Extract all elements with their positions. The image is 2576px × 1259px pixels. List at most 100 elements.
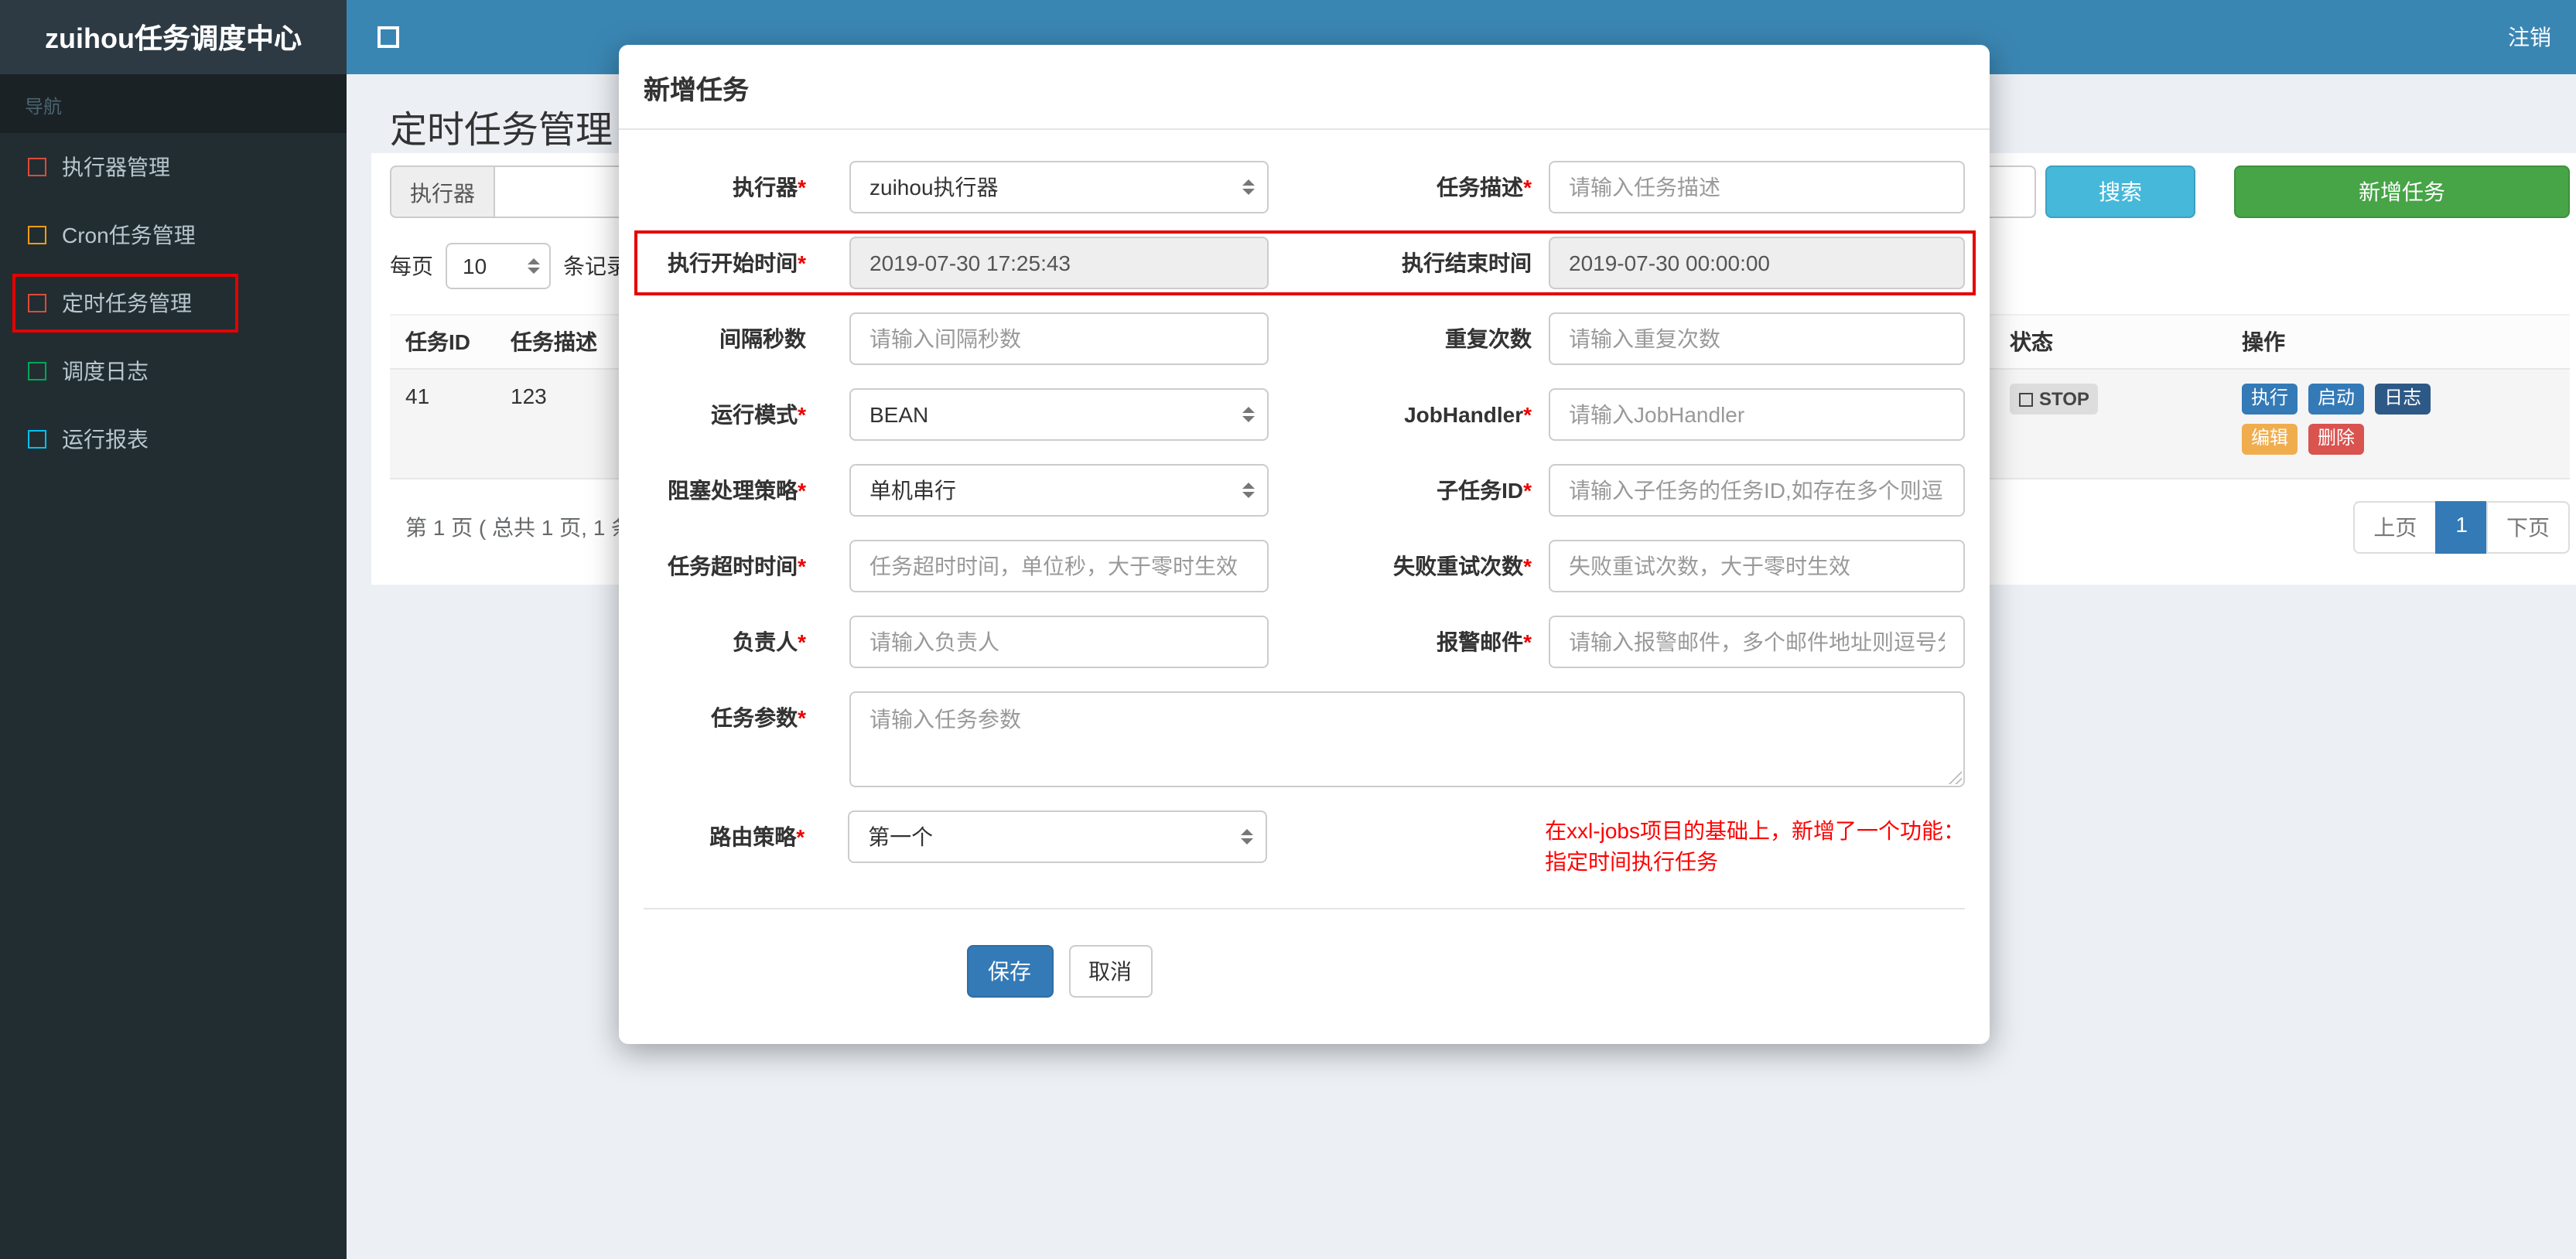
interval-label: 间隔秒数 (719, 326, 806, 351)
action-line-1: 执行 启动 日志 (2242, 384, 2554, 415)
sidebar-item-label: 运行报表 (62, 427, 149, 452)
modal-footer: 保存 取消 (619, 909, 1990, 1044)
app-brand: zuihou任务调度中心 (0, 0, 347, 74)
app-viewport: zuihou任务调度中心 注销 导航 执行器管理 Cron任务管理 定时任务管理… (0, 0, 2576, 1259)
square-icon (28, 430, 46, 449)
select-arrows-icon (1242, 179, 1255, 195)
prev-page-button[interactable]: 上页 (2353, 500, 2438, 554)
start-time-input[interactable] (849, 237, 1269, 289)
action-line-2: 编辑 删除 (2242, 423, 2554, 455)
alarm-email-input[interactable] (1549, 616, 1965, 668)
child-job-id-input[interactable] (1549, 464, 1965, 517)
job-desc-input[interactable] (1549, 161, 1965, 213)
select-arrows-icon (528, 258, 540, 274)
select-arrows-icon (1242, 407, 1255, 422)
sidebar-item-run-report[interactable]: 运行报表 (0, 405, 347, 473)
form-row-times: 执行开始时间* 执行结束时间 (634, 230, 1976, 295)
start-button[interactable]: 启动 (2308, 384, 2365, 415)
alarm-email-label: 报警邮件* (1437, 630, 1532, 654)
sidebar-toggle-button[interactable] (371, 20, 405, 54)
run-mode-select-value: BEAN (869, 402, 929, 427)
pager: 上页 1 下页 (2353, 500, 2570, 554)
repeat-count-input[interactable] (1549, 312, 1965, 365)
save-button[interactable]: 保存 (966, 945, 1053, 998)
page-size-prefix: 每页 (390, 254, 433, 278)
job-param-textarea[interactable] (849, 691, 1965, 787)
cell-status: STOP (1994, 369, 2226, 478)
square-icon (28, 158, 46, 176)
search-button[interactable]: 搜索 (2045, 165, 2195, 218)
cancel-button[interactable]: 取消 (1068, 945, 1152, 998)
log-button[interactable]: 日志 (2375, 384, 2431, 415)
status-badge-label: STOP (2039, 388, 2089, 410)
form-row-params: 任务参数* (644, 691, 1965, 787)
modal-title: 新增任务 (644, 76, 749, 105)
sidebar-toggle-icon (378, 26, 399, 48)
start-time-label: 执行开始时间* (668, 251, 806, 275)
col-header-status: 状态 (1994, 314, 2226, 370)
form-row-runmode: 运行模式* BEAN JobHandler* (644, 388, 1965, 441)
col-header-job-id: 任务ID (390, 314, 495, 370)
job-param-label: 任务参数* (711, 705, 806, 730)
select-arrows-icon (1241, 829, 1254, 844)
fail-retry-input[interactable] (1549, 540, 1965, 592)
form-row-owner: 负责人* 报警邮件* (644, 616, 1965, 668)
form-row-executor: 执行器* zuihou执行器 任务描述* (644, 161, 1965, 213)
cell-actions: 执行 启动 日志 编辑 删除 (2226, 369, 2570, 478)
child-job-id-label: 子任务ID* (1437, 478, 1532, 503)
executor-select[interactable]: zuihou执行器 (849, 161, 1269, 213)
interval-input[interactable] (849, 312, 1269, 365)
sidebar-item-executor-mgmt[interactable]: 执行器管理 (0, 133, 347, 201)
stop-icon (2019, 392, 2033, 406)
executor-label: 执行器* (733, 175, 806, 200)
cell-job-id: 41 (405, 384, 430, 408)
sidebar-item-timed-jobs[interactable]: 定时任务管理 (0, 269, 347, 337)
sidebar-item-label: 调度日志 (62, 359, 149, 384)
owner-input[interactable] (849, 616, 1269, 668)
page-size-select[interactable]: 10 (446, 243, 551, 289)
sidebar-item-dispatch-log[interactable]: 调度日志 (0, 337, 347, 405)
modal-body: 执行器* zuihou执行器 任务描述* 执行开始时间* 执行结束时间 (619, 130, 1990, 1044)
end-time-label: 执行结束时间 (1402, 251, 1532, 275)
job-desc-label: 任务描述* (1437, 175, 1532, 200)
feature-note-line1: 在xxl-jobs项目的基础上，新增了一个功能： (1545, 818, 1965, 843)
sidebar-item-cron-jobs[interactable]: Cron任务管理 (0, 201, 347, 269)
route-strategy-select[interactable]: 第一个 (848, 810, 1268, 863)
end-time-input[interactable] (1549, 237, 1965, 289)
sidebar-item-label: Cron任务管理 (62, 223, 196, 247)
square-icon (28, 294, 46, 312)
add-job-button[interactable]: 新增任务 (2234, 165, 2570, 218)
route-strategy-select-value: 第一个 (868, 824, 934, 849)
fail-retry-label: 失败重试次数* (1393, 554, 1532, 578)
route-strategy-label: 路由策略* (709, 824, 805, 849)
square-icon (28, 226, 46, 244)
job-handler-label: JobHandler* (1404, 402, 1532, 427)
timeout-input[interactable] (849, 540, 1269, 592)
form-row-timeout: 任务超时时间* 失败重试次数* (644, 540, 1965, 592)
edit-button[interactable]: 编辑 (2242, 423, 2298, 455)
owner-label: 负责人* (733, 630, 806, 654)
route-spacer (1267, 810, 1528, 823)
status-badge: STOP (2010, 384, 2099, 415)
next-page-button[interactable]: 下页 (2486, 500, 2570, 554)
delete-button[interactable]: 删除 (2308, 423, 2365, 455)
repeat-count-label: 重复次数 (1445, 326, 1532, 351)
feature-note-line2: 指定时间执行任务 (1545, 849, 1719, 874)
run-mode-select[interactable]: BEAN (849, 388, 1269, 441)
current-page-button[interactable]: 1 (2435, 500, 2488, 554)
add-job-modal: 新增任务 执行器* zuihou执行器 任务描述* 执行开始时间* (619, 45, 1990, 1044)
job-handler-input[interactable] (1549, 388, 1965, 441)
form-row-block: 阻塞处理策略* 单机串行 子任务ID* (644, 464, 1965, 517)
feature-note: 在xxl-jobs项目的基础上，新增了一个功能： 指定时间执行任务 (1545, 810, 1965, 877)
sidebar: 导航 执行器管理 Cron任务管理 定时任务管理 调度日志 运行报表 (0, 74, 347, 1259)
sidebar-section-label: 导航 (0, 74, 347, 133)
app-brand-label: zuihou任务调度中心 (45, 23, 302, 54)
block-strategy-label: 阻塞处理策略* (668, 478, 806, 503)
block-strategy-select[interactable]: 单机串行 (849, 464, 1269, 517)
run-button[interactable]: 执行 (2242, 384, 2298, 415)
logout-link[interactable]: 注销 (2508, 22, 2551, 53)
executor-filter-label: 执行器 (390, 165, 495, 218)
modal-header: 新增任务 (619, 45, 1990, 130)
run-mode-label: 运行模式* (711, 402, 806, 427)
executor-select-value: zuihou执行器 (869, 175, 999, 200)
